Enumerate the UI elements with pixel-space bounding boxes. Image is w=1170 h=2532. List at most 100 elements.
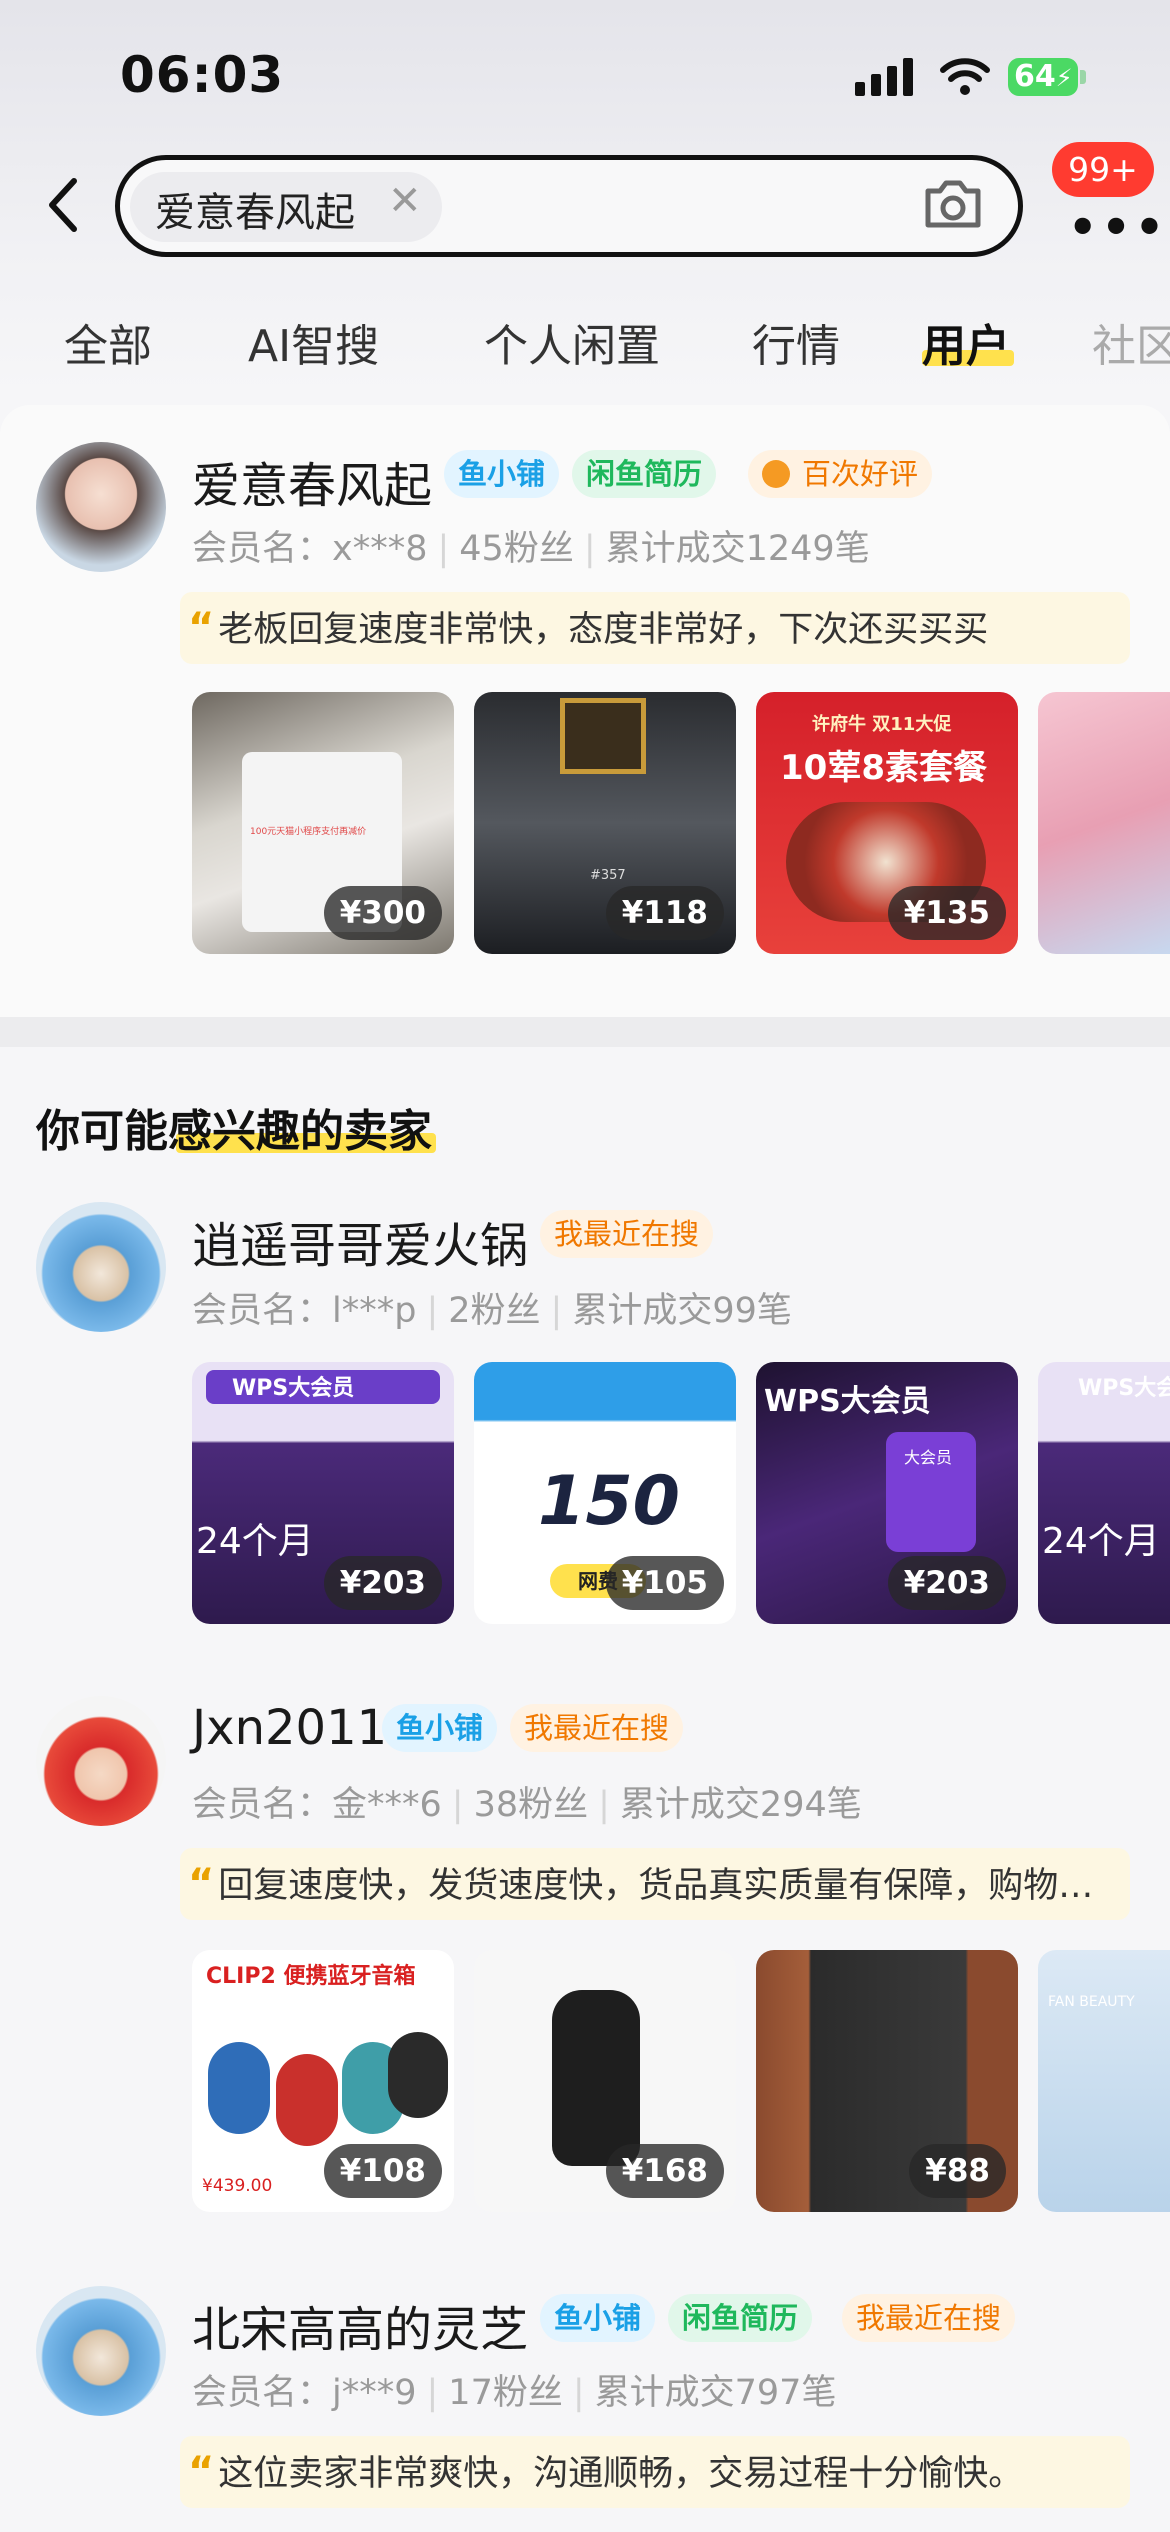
tag-fish-shop: 鱼小铺 (540, 2294, 656, 2342)
avatar[interactable] (36, 442, 166, 572)
deal-count: 累计成交99笔 (572, 1291, 792, 1331)
avatar[interactable] (36, 1202, 166, 1332)
speaker (208, 2042, 270, 2134)
item-caption: WPS大会员 (764, 1384, 931, 1419)
review-quote: “老板回复速度非常快，态度非常好，下次还买买买 (180, 592, 1130, 664)
item-thumbnail[interactable]: CLIP2 便携蓝牙音箱 ¥439.00 ¥108 (192, 1950, 454, 2212)
item-caption: WPS大会员 (1078, 1376, 1170, 1401)
item-caption: WPS大会员 (232, 1376, 355, 1401)
battery-cap (1080, 70, 1086, 84)
item-price: ¥118 (605, 886, 724, 940)
item-price: ¥203 (323, 1556, 442, 1610)
avatar[interactable] (36, 2286, 166, 2416)
camera-icon[interactable] (922, 175, 984, 233)
item-caption: 150 (538, 1462, 680, 1541)
item-sub: ¥439.00 (202, 2176, 273, 2196)
item-price: ¥135 (887, 886, 1006, 940)
wifi-icon (940, 58, 990, 95)
tag-resume: 闲鱼简历 (668, 2294, 813, 2342)
deal-count: 累计成交1249笔 (605, 529, 870, 569)
item-thumbnail[interactable]: #357 ¥118 (474, 692, 736, 954)
item-sub: 大会员 (904, 1448, 953, 1467)
item-caption: 10荤8素套餐 (780, 748, 987, 788)
backpack (552, 1990, 640, 2166)
deal-count: 累计成交294笔 (619, 1785, 862, 1825)
seller-meta: 会员名：金***6 | 38粉丝 | 累计成交294笔 (192, 1785, 862, 1825)
item-thumbnail[interactable]: 100元天猫小程序支付再减价 ¥300 (192, 692, 454, 954)
item-sub: 24个月 (1042, 1521, 1160, 1562)
seller-name[interactable]: Jxn2011 (192, 1700, 387, 1756)
item-price: ¥300 (323, 886, 442, 940)
member-name: 会员名：金***6 (192, 1785, 442, 1825)
item-caption: FAN BEAUTY (1048, 1994, 1135, 2010)
user-name[interactable]: 爱意春风起 (192, 446, 432, 516)
seller-name[interactable]: 逍遥哥哥爱火锅 (192, 1206, 528, 1276)
item-price: ¥168 (605, 2144, 724, 2198)
tag-recent-search: 我最近在搜 (510, 1704, 684, 1752)
message-count-badge: 99+ (1052, 142, 1154, 197)
item-thumbnail[interactable]: WPS大会员 大会员 ¥203 (756, 1362, 1018, 1624)
review-quote: “这位卖家非常爽快，沟通顺畅，交易过程十分愉快。 (180, 2436, 1130, 2508)
section-title: 你可能感兴趣的卖家 (36, 1106, 432, 1157)
deal-count: 累计成交797笔 (594, 2373, 837, 2413)
tab-ai-search[interactable]: AI智搜 (248, 310, 379, 374)
cellular-signal-icon (855, 58, 913, 96)
item-thumbnail[interactable]: WPS大会员 24个月 ¥203 (192, 1362, 454, 1624)
tag-fish-shop: 鱼小铺 (444, 450, 560, 498)
back-arrow-icon[interactable] (40, 175, 90, 235)
item-price: ¥88 (909, 2144, 1006, 2198)
item-thumbnail[interactable]: 150 网费 ¥105 (474, 1362, 736, 1624)
review-quote: “回复速度快，发货速度快，货品真实质量有保障，购物… (180, 1848, 1130, 1920)
quote-icon: “ (188, 1861, 215, 1907)
tab-all[interactable]: 全部 (64, 310, 152, 374)
tab-users[interactable]: 用户 (922, 310, 1010, 374)
tag-recent-search: 我最近在搜 (540, 1210, 714, 1258)
item-sub: 24个月 (196, 1521, 314, 1562)
item-thumbnail[interactable]: ¥168 (474, 1950, 736, 2212)
quote-icon: “ (188, 2449, 215, 2495)
avatar[interactable] (36, 1696, 166, 1826)
item-thumbnail[interactable] (1038, 692, 1170, 954)
item-thumbnail[interactable]: 许府牛 双11大促 10荤8素套餐 ¥135 (756, 692, 1018, 954)
search-query-text: 爱意春风起 (155, 190, 355, 236)
status-time: 06:03 (120, 46, 285, 104)
item-caption: 100元天猫小程序支付再减价 (250, 827, 367, 837)
battery-icon: 64⚡ (1008, 58, 1078, 96)
item-brand: 许府牛 双11大促 (812, 714, 952, 735)
quote-icon: “ (188, 605, 215, 651)
item-caption: #357 (590, 868, 626, 883)
battery-level: 64 (1014, 59, 1056, 94)
seller-meta: 会员名：l***p | 2粉丝 | 累计成交99笔 (192, 1291, 792, 1331)
seller-meta: 会员名：j***9 | 17粉丝 | 累计成交797笔 (192, 2373, 837, 2413)
fans-count: 17粉丝 (448, 2373, 563, 2413)
review-text: 老板回复速度非常快，态度非常好，下次还买买买 (218, 610, 989, 650)
member-name: 会员名：l***p (192, 1291, 417, 1331)
item-thumbnail[interactable]: ¥88 (756, 1950, 1018, 2212)
tag-recent-search: 我最近在搜 (842, 2294, 1016, 2342)
item-price: ¥203 (887, 1556, 1006, 1610)
member-name: 会员名：x***8 (192, 529, 428, 569)
seller-name[interactable]: 北宋高高的灵芝 (192, 2290, 528, 2360)
user-meta: 会员名：x***8 | 45粉丝 | 累计成交1249笔 (192, 529, 870, 569)
speaker (388, 2032, 448, 2118)
review-medal-icon (762, 460, 790, 488)
tab-market[interactable]: 行情 (752, 310, 840, 374)
fans-count: 38粉丝 (473, 1785, 589, 1825)
section-divider (0, 1017, 1170, 1047)
item-thumbnail[interactable]: WPS大会员 24个月 (1038, 1362, 1170, 1624)
review-text: 这位卖家非常爽快，沟通顺畅，交易过程十分愉快。 (218, 2454, 1024, 2494)
tab-personal-idle[interactable]: 个人闲置 (484, 310, 660, 374)
fans-count: 45粉丝 (459, 529, 574, 569)
tag-fish-shop: 鱼小铺 (382, 1704, 498, 1752)
more-icon[interactable]: ••• (1068, 200, 1168, 254)
fans-count: 2粉丝 (448, 1291, 541, 1331)
clear-query-icon[interactable]: ✕ (388, 178, 422, 224)
member-name: 会员名：j***9 (192, 2373, 417, 2413)
picture-frame (560, 698, 646, 774)
item-thumbnail[interactable]: FAN BEAUTY (1038, 1950, 1170, 2212)
item-caption: CLIP2 便携蓝牙音箱 (206, 1964, 416, 1989)
tab-community[interactable]: 社区 (1092, 310, 1170, 374)
item-price: ¥105 (605, 1556, 724, 1610)
speaker (276, 2054, 338, 2146)
review-text: 回复速度快，发货速度快，货品真实质量有保障，购物… (218, 1866, 1094, 1906)
